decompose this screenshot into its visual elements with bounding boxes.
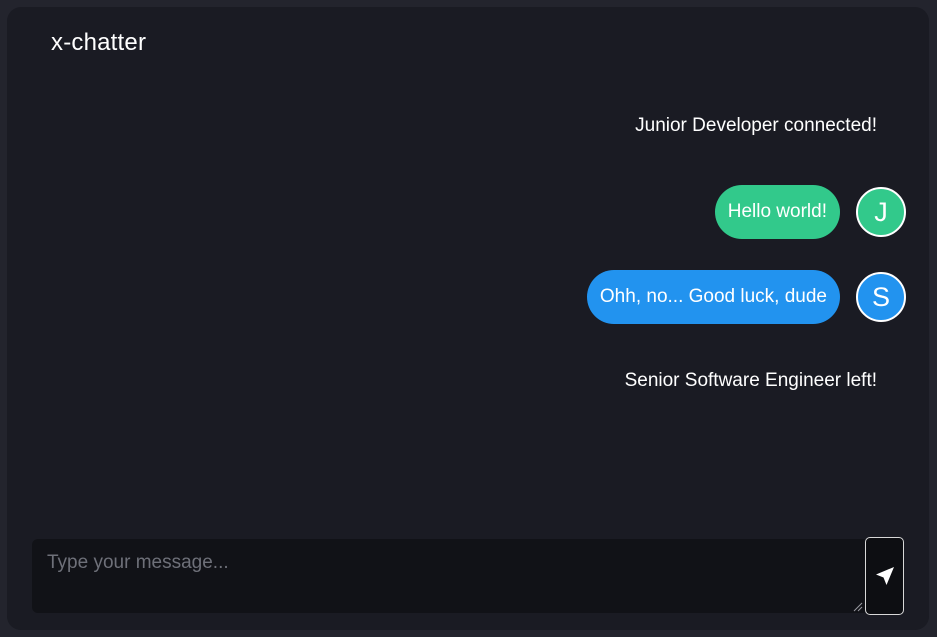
send-button[interactable] [865,537,904,615]
avatar: S [856,272,906,322]
app-title: x-chatter [51,29,147,56]
chat-message: Hello world! J [714,185,906,239]
message-bubble: Hello world! [714,185,840,239]
message-input[interactable] [32,539,865,613]
message-bubble: Ohh, no... Good luck, dude [586,270,840,324]
chat-message: Ohh, no... Good luck, dude S [586,270,906,324]
resize-grip-icon[interactable] [853,602,863,612]
send-icon [875,567,894,585]
system-message-leave: Senior Software Engineer left! [624,370,877,391]
system-message-join: Junior Developer connected! [635,115,877,136]
avatar: J [856,187,906,237]
chat-window: x-chatter Junior Developer connected! He… [7,7,929,630]
message-composer [7,528,929,630]
